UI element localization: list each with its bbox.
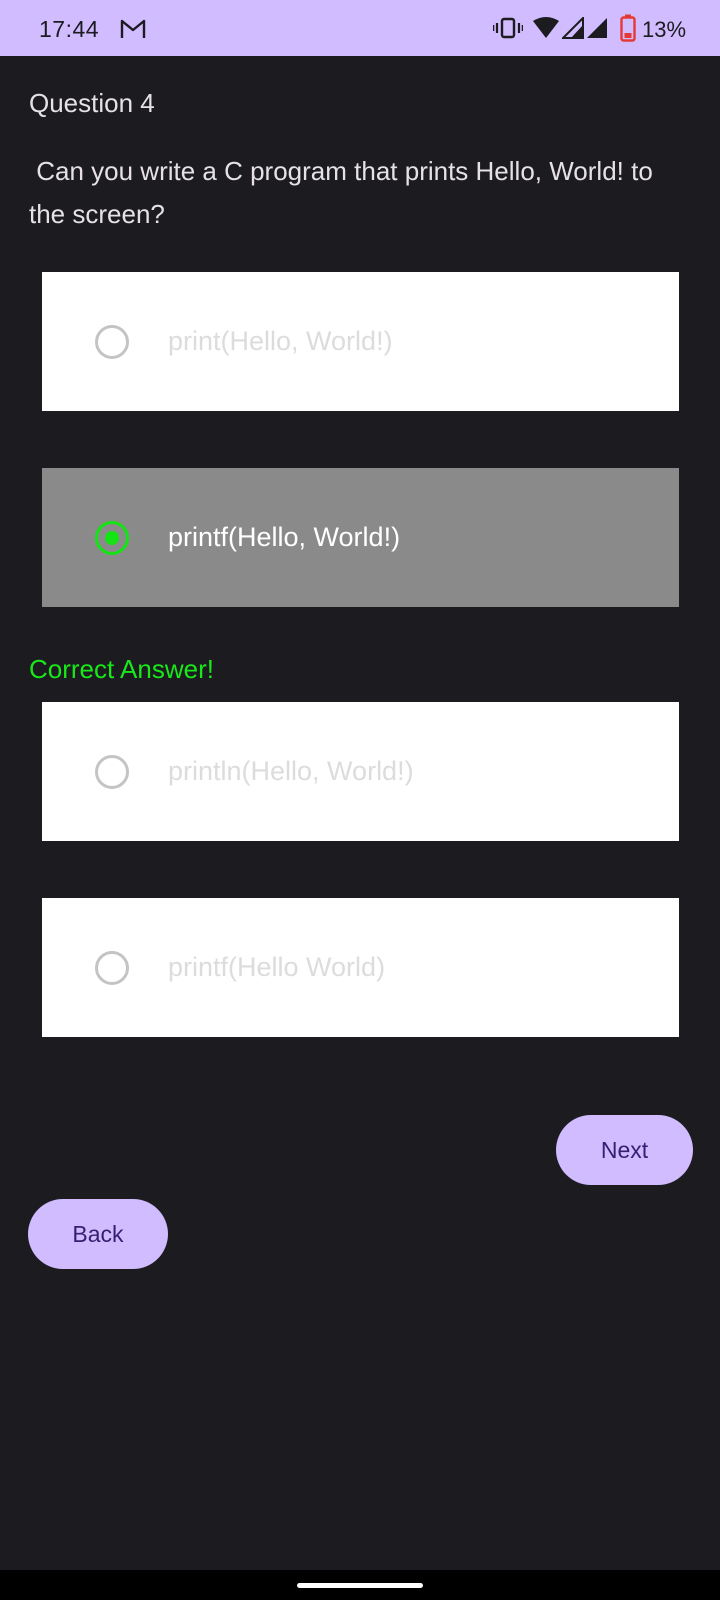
answer-option[interactable]: println(Hello, World!) [42, 702, 679, 841]
answer-option-label: printf(Hello, World!) [168, 522, 401, 552]
answer-option-selected[interactable]: printf(Hello, World!) [42, 468, 679, 607]
vibrate-icon [493, 17, 523, 39]
next-button[interactable]: Next [556, 1115, 693, 1185]
radio-button[interactable] [95, 951, 129, 985]
answer-option-label: printf(Hello World) [168, 952, 386, 982]
battery-low-icon [620, 14, 636, 42]
signal-icon [562, 17, 584, 39]
answer-option-label: print(Hello, World!) [168, 326, 393, 356]
radio-button[interactable] [95, 325, 129, 359]
answer-option[interactable]: print(Hello, World!) [42, 272, 679, 411]
navigation-bar [0, 1570, 720, 1600]
feedback-message: Correct Answer! [29, 654, 214, 684]
radio-button[interactable] [95, 755, 129, 789]
signal-icon [587, 18, 607, 38]
wifi-icon [533, 17, 559, 38]
answer-option-label: println(Hello, World!) [168, 756, 414, 786]
home-handle[interactable] [297, 1583, 423, 1588]
radio-button-selected[interactable] [95, 521, 129, 555]
back-button[interactable]: Back [28, 1199, 168, 1269]
radio-dot-icon [105, 531, 119, 545]
status-bar: 17:44 13% [0, 0, 720, 56]
question-number: Question 4 [29, 88, 155, 118]
question-text: Can you write a C program that prints He… [29, 156, 661, 229]
answer-option[interactable]: printf(Hello World) [42, 898, 679, 1037]
battery-percent: 13% [642, 17, 687, 42]
status-time: 17:44 [39, 16, 100, 42]
gmail-icon [120, 19, 146, 38]
